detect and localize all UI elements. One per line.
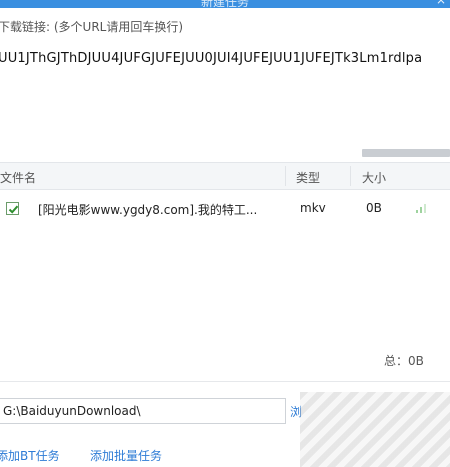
- add-batch-task-link[interactable]: 添加批量任务: [90, 447, 162, 464]
- file-list-header: 文件名 类型 大小: [0, 162, 450, 190]
- save-path-input[interactable]: [0, 398, 286, 424]
- file-size: 0B: [366, 201, 382, 215]
- file-type: mkv: [300, 201, 326, 215]
- file-name: [阳光电影www.ygdy8.com].我的特工...: [38, 203, 258, 217]
- checkmark-icon: [8, 205, 19, 214]
- add-bt-task-link[interactable]: 添加BT任务: [0, 447, 60, 464]
- column-header-name[interactable]: 文件名: [0, 169, 36, 186]
- column-header-size[interactable]: 大小: [362, 169, 386, 186]
- url-textarea[interactable]: UU1JThGJThDJUU4JUFGJUFEJUU0JUI4JUFEJUU1J…: [0, 51, 422, 66]
- window-title: 新建任务: [200, 0, 249, 8]
- file-checkbox[interactable]: [6, 202, 19, 215]
- signal-icon: [416, 204, 426, 213]
- divider: [0, 381, 450, 382]
- scrollbar-thumb[interactable]: [362, 149, 450, 157]
- column-divider: [350, 166, 351, 186]
- close-icon[interactable]: ×: [436, 0, 446, 7]
- url-panel: 下载链接: (多个URL请用回车换行) UU1JThGJThDJUU4JUFGJ…: [0, 8, 450, 158]
- total-size: 总：0B: [384, 354, 424, 368]
- watermark: [300, 392, 450, 467]
- title-bar: 新建任务 ×: [0, 0, 450, 8]
- column-header-type[interactable]: 类型: [296, 169, 320, 186]
- file-row[interactable]: [阳光电影www.ygdy8.com].我的特工... mkv 0B: [0, 194, 450, 222]
- url-label: 下载链接: (多个URL请用回车换行): [0, 20, 184, 34]
- horizontal-scrollbar[interactable]: [0, 148, 450, 158]
- column-divider: [285, 166, 286, 186]
